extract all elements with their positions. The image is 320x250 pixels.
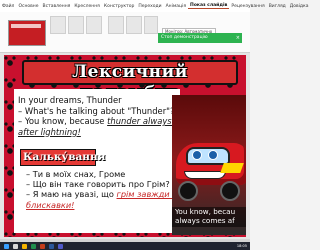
tab-insert[interactable]: Вставлення	[41, 4, 73, 9]
car-eye-left	[192, 150, 202, 160]
tab-design[interactable]: Конструктор	[102, 4, 136, 9]
caption-line-2: always comes af	[175, 216, 235, 225]
powerpoint-icon[interactable]	[40, 243, 45, 249]
english-line-3-prefix: – You know, because	[18, 116, 105, 126]
slide-thumbnail[interactable]	[8, 20, 46, 46]
clock[interactable]: 18:05	[237, 243, 247, 249]
ua-line-3: – Я маю на увазі, що грім завжди йде піс…	[26, 189, 213, 200]
caption-line-1: You know, becau	[175, 207, 236, 216]
ua-line-2: – Що він таке говорить про Грім?	[26, 179, 170, 190]
word-icon[interactable]	[49, 243, 54, 249]
car-eye-right	[208, 150, 218, 160]
ua-line-3-prefix: – Я маю на увазі, що	[26, 189, 114, 200]
english-dialogue: In your dreams, Thunder – What's he talk…	[18, 95, 202, 138]
lightning-mcqueen-picture[interactable]: You know, becau always comes af	[172, 95, 246, 235]
lightning-bolt-icon	[220, 163, 244, 173]
english-line-2: – What's he talking about "Thunder"?	[18, 105, 175, 116]
car-wheel-front	[178, 181, 198, 201]
slide-editor: Лексичний каламбур In your dreams, Thund…	[0, 53, 250, 239]
ua-line-1: – Ти в моїх снах, Громе	[26, 169, 126, 179]
english-line-4: after lightning!	[18, 127, 176, 138]
tab-transitions[interactable]: Переходи	[136, 4, 163, 9]
english-line-1: In your dreams, Thunder	[18, 95, 122, 105]
ua-emphasis-2: блискавки!	[26, 199, 75, 210]
close-icon[interactable]: ×	[236, 33, 240, 43]
english-line-3: – You know, because thunder always comes	[18, 116, 202, 127]
tab-view[interactable]: Вигляд	[267, 4, 288, 9]
tab-help[interactable]: Довідка	[288, 4, 311, 9]
ua-line-4: блискавки!	[26, 200, 176, 210]
file-explorer-icon[interactable]	[22, 243, 27, 249]
car-wheel-rear	[220, 181, 240, 201]
teams-icon[interactable]	[58, 243, 63, 249]
chrome-icon[interactable]	[31, 243, 36, 249]
screen-share-notification[interactable]: Стоп демонстрацію ×	[158, 33, 242, 43]
slide[interactable]: Лексичний каламбур In your dreams, Thund…	[4, 55, 246, 237]
slide-title-box: Лексичний каламбур	[22, 60, 238, 103]
picture-caption: You know, becau always comes af	[172, 207, 246, 227]
subheading-calque: Кальку́вання	[20, 149, 105, 166]
rehearse-timings-button[interactable]	[144, 16, 158, 34]
search-icon[interactable]	[13, 243, 18, 249]
from-current-slide-button[interactable]	[68, 16, 84, 34]
tab-animations[interactable]: Анімація	[164, 4, 188, 9]
hide-slide-button[interactable]	[126, 16, 142, 34]
tab-review[interactable]: Рецензування	[229, 4, 266, 9]
tab-file[interactable]: Файл	[0, 4, 16, 9]
english-emphasis-2: after lightning!	[18, 126, 81, 137]
tab-draw[interactable]: Креслення	[72, 4, 102, 9]
from-beginning-button[interactable]	[50, 16, 66, 34]
ukrainian-dialogue: – Ти в моїх снах, Громе – Що він таке го…	[26, 169, 213, 210]
setup-slideshow-button[interactable]	[108, 16, 124, 34]
taskbar: 18:05	[0, 242, 250, 250]
tab-home[interactable]: Основне	[16, 4, 40, 9]
notification-text: Стоп демонстрацію	[161, 35, 208, 40]
tab-slideshow[interactable]: Показ слайдів	[188, 3, 230, 9]
thumbnail-title-bar	[11, 24, 41, 28]
content-panel: In your dreams, Thunder – What's he talk…	[14, 89, 213, 233]
start-icon[interactable]	[4, 243, 9, 249]
present-online-button[interactable]	[86, 16, 102, 34]
